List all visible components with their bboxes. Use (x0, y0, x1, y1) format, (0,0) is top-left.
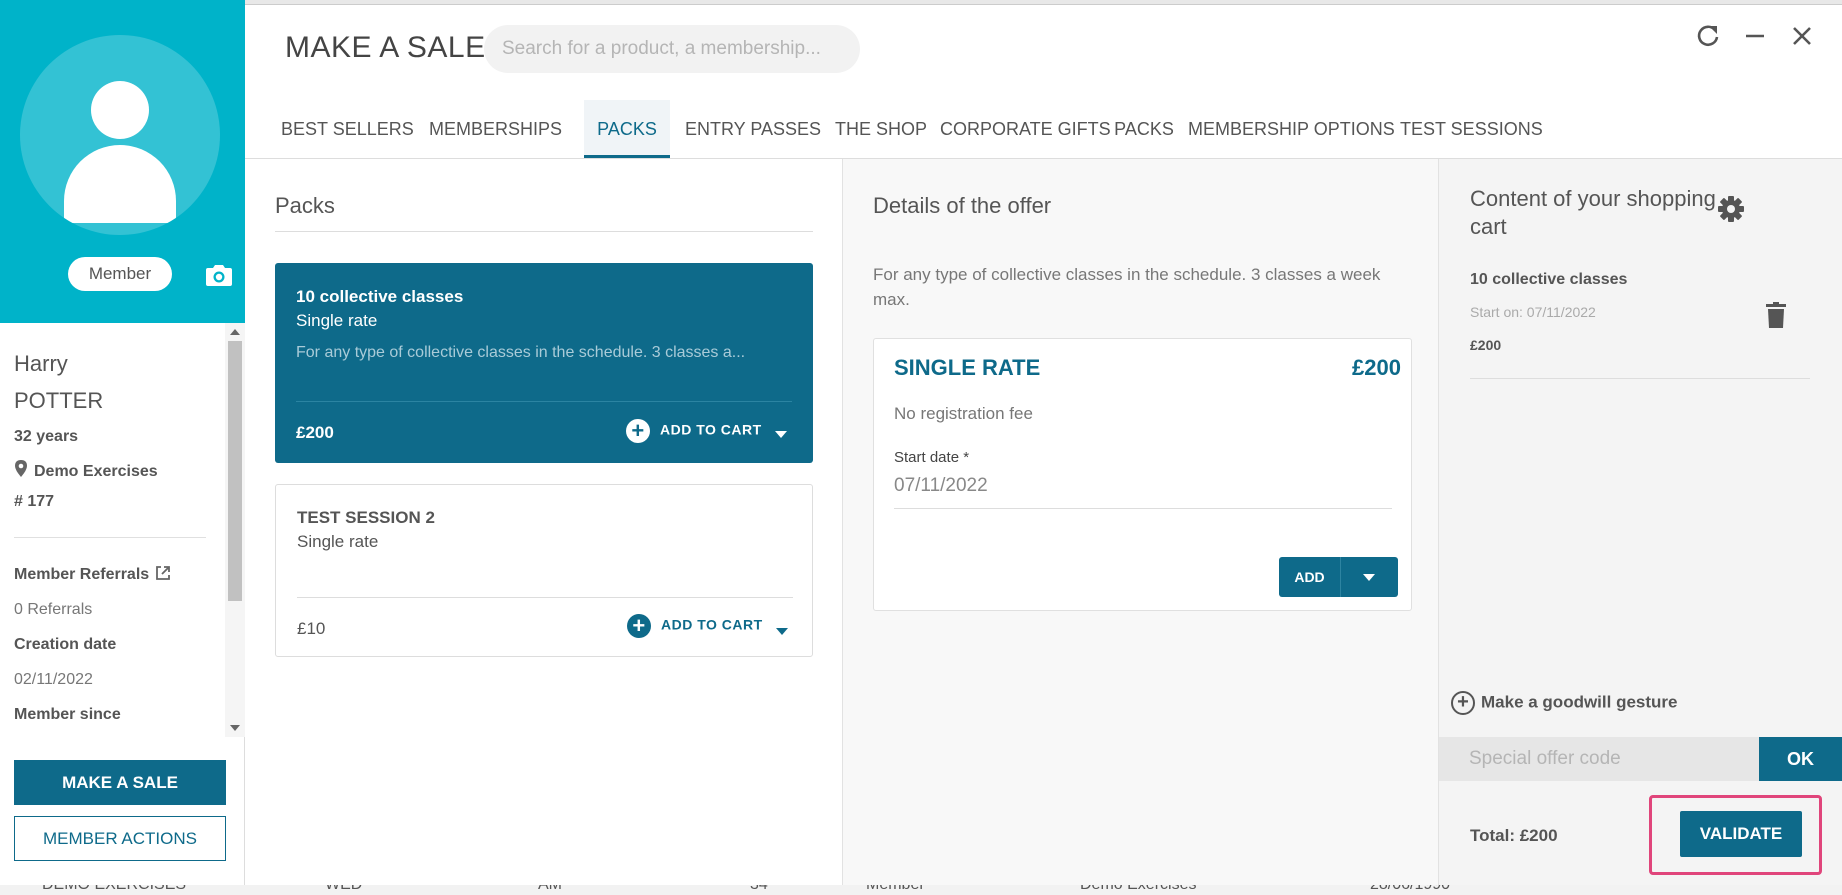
tab-membership-options[interactable]: MEMBERSHIP OPTIONS (1188, 100, 1395, 158)
pack-divider (297, 597, 793, 598)
minimize-icon[interactable] (1742, 23, 1768, 49)
info-divider (14, 537, 206, 538)
scroll-down-arrow-icon[interactable] (230, 725, 240, 731)
cart-total: Total: £200 (1470, 826, 1558, 845)
plus-circle-icon: + (1451, 691, 1475, 715)
packs-divider (275, 231, 813, 232)
add-offer-split-button: ADD (1279, 557, 1398, 597)
user-icon (91, 81, 149, 139)
tab-test-sessions[interactable]: TEST SESSIONS (1400, 100, 1543, 158)
tab-strip: BEST SELLERS MEMBERSHIPS PACKS ENTRY PAS… (245, 100, 1842, 160)
scroll-up-arrow-icon[interactable] (230, 329, 240, 335)
start-date-label: Start date * (894, 449, 970, 466)
start-date-field[interactable]: 07/11/2022 (894, 475, 1392, 509)
member-panel: Member Harry POTTER 32 years Demo Exerci… (0, 0, 245, 885)
add-button[interactable]: ADD (1279, 557, 1341, 597)
goodwill-gesture-button[interactable]: + Make a goodwill gesture (1451, 691, 1678, 715)
member-since-label: Member since (14, 706, 121, 723)
chevron-down-icon[interactable] (775, 431, 787, 438)
external-link-icon[interactable] (155, 565, 171, 581)
cart-divider (1470, 378, 1810, 379)
pack-rate: Single rate (296, 311, 378, 330)
member-location: Demo Exercises (14, 460, 158, 481)
cart-title: Content of your shopping cart (1470, 186, 1716, 239)
creation-date-value: 02/11/2022 (14, 671, 93, 688)
product-search-input[interactable] (502, 25, 842, 73)
member-number: # 177 (14, 493, 55, 510)
member-age: 32 years (14, 428, 79, 445)
pack-name: TEST SESSION 2 (297, 508, 435, 527)
tab-corporate-gifts[interactable]: CORPORATE GIFTS (940, 100, 1111, 158)
offer-price: £200 (1352, 355, 1401, 380)
goodwill-label: Make a goodwill gesture (1481, 692, 1678, 712)
scroll-thumb[interactable] (228, 341, 242, 601)
offer-code-ok-button[interactable]: OK (1759, 737, 1842, 781)
chevron-down-icon[interactable] (1363, 574, 1375, 581)
trash-icon[interactable] (1766, 302, 1786, 328)
member-header: Member (0, 0, 245, 323)
tab-packs-2[interactable]: PACKS (1113, 100, 1175, 158)
registration-fee: No registration fee (894, 404, 1033, 423)
gear-icon[interactable] (1717, 195, 1745, 223)
tab-memberships[interactable]: MEMBERSHIPS (429, 100, 562, 158)
add-to-cart-label: ADD TO CART (661, 616, 763, 633)
creation-date-label: Creation date (14, 636, 117, 653)
cart-item-start-date: Start on: 07/11/2022 (1470, 304, 1596, 320)
cart-item-name: 10 collective classes (1470, 271, 1628, 288)
tab-best-sellers[interactable]: BEST SELLERS (281, 100, 414, 158)
avatar[interactable] (20, 35, 220, 235)
close-icon[interactable] (1789, 23, 1815, 49)
pack-description: For any type of collective classes in th… (296, 344, 746, 361)
pack-price: £10 (297, 619, 326, 638)
packs-title: Packs (275, 193, 335, 218)
offer-title: SINGLE RATE (894, 355, 1041, 380)
member-referrals-value: 0 Referrals (14, 601, 93, 618)
offer-card: SINGLE RATE £200 No registration fee Sta… (873, 338, 1412, 611)
member-info: Harry POTTER 32 years Demo Exercises # 1… (0, 323, 225, 737)
tab-the-shop[interactable]: THE SHOP (835, 100, 927, 158)
camera-icon[interactable] (206, 264, 232, 286)
member-actions-button[interactable]: MEMBER ACTIONS (14, 816, 226, 861)
details-title: Details of the offer (873, 193, 1052, 218)
plus-circle-icon: + (626, 419, 650, 443)
chevron-down-icon[interactable] (776, 628, 788, 635)
shopping-cart-column: Content of your shopping cart 10 collect… (1439, 159, 1842, 885)
member-location-text: Demo Exercises (34, 463, 158, 480)
member-referrals-label: Member Referrals (14, 566, 150, 583)
refresh-icon[interactable] (1695, 23, 1721, 49)
make-a-sale-modal: MAKE A SALE BEST SELLERS MEMBERSHIPS PAC… (245, 4, 1842, 885)
tab-packs[interactable]: PACKS (584, 100, 670, 158)
pack-card-selected[interactable]: 10 collective classes Single rate For an… (275, 263, 813, 463)
pack-card[interactable]: TEST SESSION 2 Single rate £10 + ADD TO C… (275, 484, 813, 657)
make-a-sale-button[interactable]: MAKE A SALE (14, 760, 226, 805)
validate-highlight: VALIDATE (1649, 795, 1822, 875)
member-status-badge: Member (68, 257, 172, 291)
product-search (484, 25, 860, 73)
member-referrals-link[interactable]: Member Referrals (14, 565, 171, 584)
member-info-scrollbar[interactable] (225, 323, 245, 737)
add-to-cart-button[interactable]: + ADD TO CART (626, 419, 762, 443)
pack-rate: Single rate (297, 532, 379, 551)
tab-entry-passes[interactable]: ENTRY PASSES (685, 100, 821, 158)
add-to-cart-button[interactable]: + ADD TO CART (627, 614, 763, 638)
pack-name: 10 collective classes (296, 287, 464, 306)
modal-title: MAKE A SALE (285, 31, 486, 64)
pack-divider (296, 401, 792, 402)
app-root: DEMO EXERCISES WED AM 34 Member Demo Exe… (0, 0, 1842, 895)
pack-price: £200 (296, 423, 334, 442)
special-offer-code-input[interactable] (1439, 737, 1759, 781)
cart-item-price: £200 (1470, 337, 1502, 353)
member-first-name: Harry (14, 351, 68, 376)
member-last-name: POTTER (14, 388, 104, 413)
add-to-cart-label: ADD TO CART (660, 421, 762, 438)
packs-column: Packs 10 collective classes Single rate … (245, 159, 843, 885)
user-icon-body (64, 145, 176, 223)
details-description: For any type of collective classes in th… (873, 265, 1381, 309)
offer-details-column: Details of the offer For any type of col… (843, 159, 1439, 885)
plus-circle-icon: + (627, 614, 651, 638)
location-pin-icon (15, 460, 27, 477)
validate-button[interactable]: VALIDATE (1680, 811, 1802, 857)
